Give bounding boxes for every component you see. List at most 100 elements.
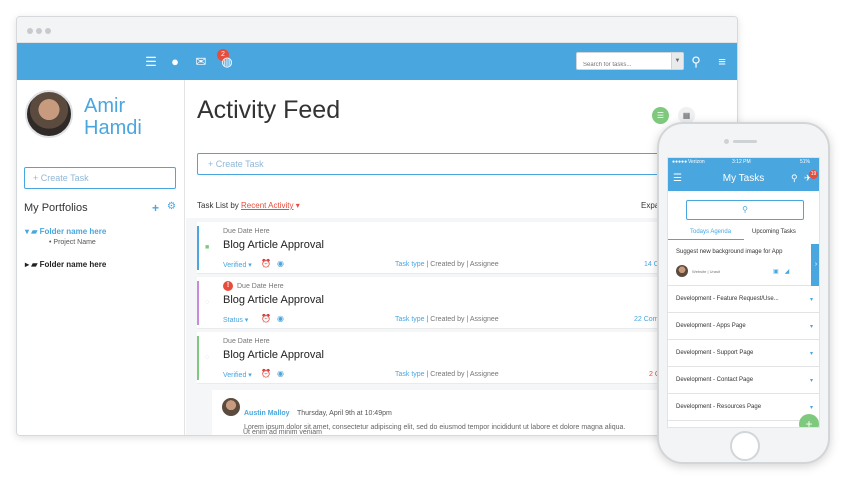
search-icon[interactable]: ⚲ (791, 173, 798, 184)
eye-icon[interactable]: ◉ (277, 314, 290, 323)
chevron-down-icon[interactable]: ▼ (671, 53, 683, 69)
window-dot (27, 28, 33, 34)
image-icon[interactable]: ▣ (773, 269, 785, 275)
list-item[interactable]: Development - Resources Page ▾ (668, 394, 819, 421)
alert-icon: ! (223, 281, 233, 291)
task-color-stripe (197, 226, 199, 270)
list-item[interactable]: Development - Contact Page ▾ (668, 367, 819, 394)
featured-task-title: Suggest new background image for App (676, 249, 783, 255)
chevron-down-icon[interactable]: ▾ (810, 377, 813, 384)
window-dot (36, 28, 42, 34)
phone-mockup: ●●●●● Verizon 3:12 PM 51% ☰ My Tasks ⚲ ✈… (657, 122, 830, 464)
sidebar: Amir Hamdi + Create Task My Portfolios +… (17, 80, 185, 435)
task-status-dropdown[interactable]: Verified ▾ (223, 261, 252, 269)
task-name[interactable]: Blog Article Approval (223, 294, 324, 306)
status-bar: ●●●●● Verizon 3:12 PM 51% (668, 158, 819, 167)
alarm-icon[interactable]: ⏰ (261, 314, 277, 323)
chevron-down-icon[interactable]: ▾ (810, 404, 813, 411)
speaker-icon (733, 140, 757, 143)
task-meta-text: | Created by | Assignee (426, 261, 499, 268)
chevron-down-icon[interactable]: ▾ (810, 323, 813, 330)
folder-label: Folder name here (39, 227, 107, 236)
project-item[interactable]: • Project Name (49, 239, 96, 246)
notification-badge: 19 (809, 170, 818, 179)
user-first-name: Amir (84, 95, 126, 117)
add-portfolio-icon[interactable]: + (152, 201, 159, 215)
task-actions: ⏰◉ (261, 369, 290, 378)
task-color-stripe (197, 336, 199, 380)
main-content: Activity Feed ☰ ▦ + Create Task Task Lis… (186, 80, 737, 435)
stage: ☰ ● ✉ 2 ◍ ▼ ⚲ ≡ Amir Hamdi + Create Task… (0, 0, 845, 478)
chevron-down-icon[interactable]: ▾ (810, 350, 813, 357)
create-task-input[interactable]: + Create Task (197, 153, 677, 175)
list-icon[interactable]: ☰ (143, 54, 159, 70)
task-type[interactable]: Task type (395, 316, 425, 323)
comment-text-continued: Ut enim ad minim veniam (243, 429, 322, 436)
avatar[interactable] (222, 398, 240, 416)
alarm-icon[interactable]: ⏰ (261, 259, 277, 268)
battery-level: 51% (800, 159, 811, 165)
create-task-input[interactable]: + Create Task (24, 167, 176, 189)
gear-icon[interactable]: ⚙ (167, 201, 176, 212)
comment-author[interactable]: Austin Malloy (244, 410, 290, 417)
alarm-icon[interactable]: ⏰ (261, 369, 277, 378)
home-button[interactable] (730, 431, 760, 461)
rss-icon[interactable]: ◢ (785, 269, 796, 275)
clock: 3:12 PM (732, 159, 751, 165)
chevron-down-icon[interactable]: ▾ (296, 201, 300, 210)
comment-date: Thursday, April 9th at 10:49pm (297, 410, 392, 417)
list-item[interactable]: Development - Feature Request/Use... ▾ (668, 286, 819, 313)
checkbox-checked-icon[interactable]: ■ (205, 244, 212, 251)
search-field[interactable]: ▼ (576, 52, 684, 73)
featured-task[interactable]: Suggest new background image for App Web… (668, 244, 819, 286)
mail-icon[interactable]: ✉ (193, 54, 209, 70)
eye-icon[interactable]: ◉ (277, 259, 290, 268)
task-meta: Task type | Created by | Assignee (395, 371, 499, 378)
search-button[interactable]: ⚲ (686, 200, 804, 220)
eye-icon[interactable]: ◉ (277, 369, 290, 378)
window-chrome (17, 17, 737, 43)
tab-todays-agenda[interactable]: Todays Agenda (690, 229, 731, 235)
task-type[interactable]: Task type (395, 261, 425, 268)
list-item-label: Development - Apps Page (676, 323, 746, 329)
list-item[interactable]: Development - Apps Page ▾ (668, 313, 819, 340)
task-list: ■ Due Date Here Blog Article Approval Ve… (186, 218, 737, 435)
top-navbar: ☰ ● ✉ 2 ◍ ▼ ⚲ ≡ (17, 43, 737, 80)
folder-item[interactable]: ▾ ▰ Folder name here (25, 227, 106, 236)
sort-dropdown[interactable]: Recent Activity (241, 201, 293, 210)
task-type[interactable]: Task type (395, 371, 425, 378)
task-name[interactable]: Blog Article Approval (223, 349, 324, 361)
search-icon: ⚲ (742, 205, 748, 214)
portfolios-title: My Portfolios (24, 202, 88, 214)
list-item[interactable]: Development - Support Page ▾ (668, 340, 819, 367)
globe-icon[interactable]: ◍ (219, 54, 235, 70)
window-dot (45, 28, 51, 34)
chevron-down-icon[interactable]: ▾ (810, 296, 813, 303)
task-meta: Task type | Created by | Assignee (395, 316, 499, 323)
task-status-dropdown[interactable]: Verified ▾ (223, 371, 252, 379)
signal-icon: ●●●●● (672, 159, 688, 165)
tab-upcoming-tasks[interactable]: Upcoming Tasks (752, 229, 796, 235)
task-name[interactable]: Blog Article Approval (223, 239, 324, 251)
avatar[interactable] (25, 90, 73, 138)
checkbox-icon[interactable]: ○ (205, 354, 212, 361)
folder-label: Folder name here (39, 260, 107, 269)
camera-icon (724, 139, 729, 144)
avatar (676, 265, 688, 277)
task-status-dropdown[interactable]: Status ▾ (223, 316, 248, 324)
checkbox-icon[interactable]: ○ (205, 299, 212, 306)
list-view-icon[interactable]: ☰ (652, 107, 669, 124)
chevron-right-icon[interactable]: › (811, 244, 819, 286)
project-label: Project Name (53, 239, 96, 246)
search-icon[interactable]: ⚲ (688, 54, 704, 70)
list-item-label: Development - Support Page (676, 350, 754, 356)
menu-icon[interactable]: ≡ (714, 54, 730, 70)
search-input[interactable] (577, 57, 669, 73)
task-meta-text: | Created by | Assignee (426, 316, 499, 323)
add-task-button[interactable]: + (799, 414, 819, 427)
task-list-label: Task List by (197, 201, 239, 210)
task-status-label: Status (223, 317, 243, 324)
folder-item[interactable]: ▸ ▰ Folder name here (25, 260, 106, 269)
task-comments-count[interactable]: 22 Com (634, 316, 659, 323)
user-icon[interactable]: ● (167, 54, 183, 70)
